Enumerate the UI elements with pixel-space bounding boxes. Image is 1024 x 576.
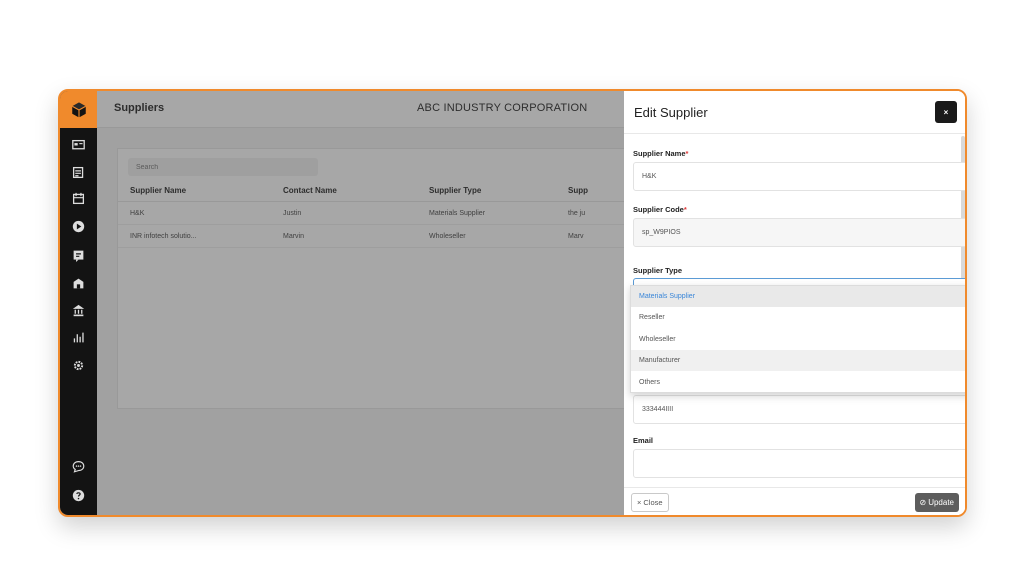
email-field[interactable]: [633, 449, 965, 478]
supplier-code-label: Supplier Code*: [633, 205, 687, 214]
panel-header: Edit Supplier ×: [624, 91, 965, 134]
app-window: Suppliers ABC INDUSTRY CORPORATION Suppl…: [58, 89, 967, 517]
update-button[interactable]: ⊘ Update: [914, 493, 959, 512]
sidebar: [60, 91, 97, 515]
supplier-type-label: Supplier Type: [633, 266, 683, 275]
option-wholeseller[interactable]: Wholeseller: [631, 329, 965, 350]
option-reseller[interactable]: Reseller: [631, 307, 965, 328]
edit-supplier-panel: Edit Supplier × Supplier Name* H&K Suppl…: [624, 91, 965, 515]
supplier-name-field[interactable]: H&K: [633, 162, 965, 191]
panel-title: Edit Supplier: [634, 105, 708, 120]
required-mark: *: [683, 205, 687, 214]
supplier-code-field[interactable]: sp_W9PIOS: [633, 218, 965, 247]
document-icon[interactable]: [60, 161, 97, 183]
email-label: Email: [633, 436, 654, 445]
help-icon[interactable]: [60, 484, 97, 506]
panel-footer: × Close ⊘ Update: [624, 487, 965, 515]
option-manufacturer[interactable]: Manufacturer: [631, 350, 965, 371]
phone-field[interactable]: 333444IIII: [633, 395, 965, 424]
close-button[interactable]: × Close: [631, 493, 669, 512]
supplier-code-label-text: Supplier Code: [633, 205, 684, 214]
supplier-name-label: Supplier Name*: [633, 149, 688, 158]
bar-chart-icon[interactable]: [60, 326, 97, 348]
building-icon[interactable]: [60, 272, 97, 294]
close-x-icon: ×: [637, 498, 642, 507]
main-area: Suppliers ABC INDUSTRY CORPORATION Suppl…: [97, 91, 965, 515]
update-button-label: Update: [928, 498, 954, 507]
update-icon: ⊘: [919, 498, 927, 507]
bank-icon[interactable]: [60, 299, 97, 321]
close-icon[interactable]: ×: [935, 101, 957, 123]
dashboard-icon[interactable]: [60, 134, 97, 156]
modal-backdrop[interactable]: [97, 91, 624, 515]
note-icon[interactable]: [60, 244, 97, 266]
play-icon[interactable]: [60, 215, 97, 237]
supplier-name-label-text: Supplier Name: [633, 149, 686, 158]
cube-logo-icon[interactable]: [60, 91, 97, 128]
option-materials-supplier[interactable]: Materials Supplier: [631, 286, 965, 307]
close-button-label: Close: [643, 498, 663, 507]
calendar-icon[interactable]: [60, 187, 97, 209]
option-others[interactable]: Others: [631, 372, 965, 393]
required-mark: *: [685, 149, 689, 158]
settings-icon[interactable]: [60, 354, 97, 376]
chat-icon[interactable]: [60, 455, 97, 477]
supplier-type-dropdown: Materials Supplier Reseller Wholeseller …: [630, 285, 965, 393]
